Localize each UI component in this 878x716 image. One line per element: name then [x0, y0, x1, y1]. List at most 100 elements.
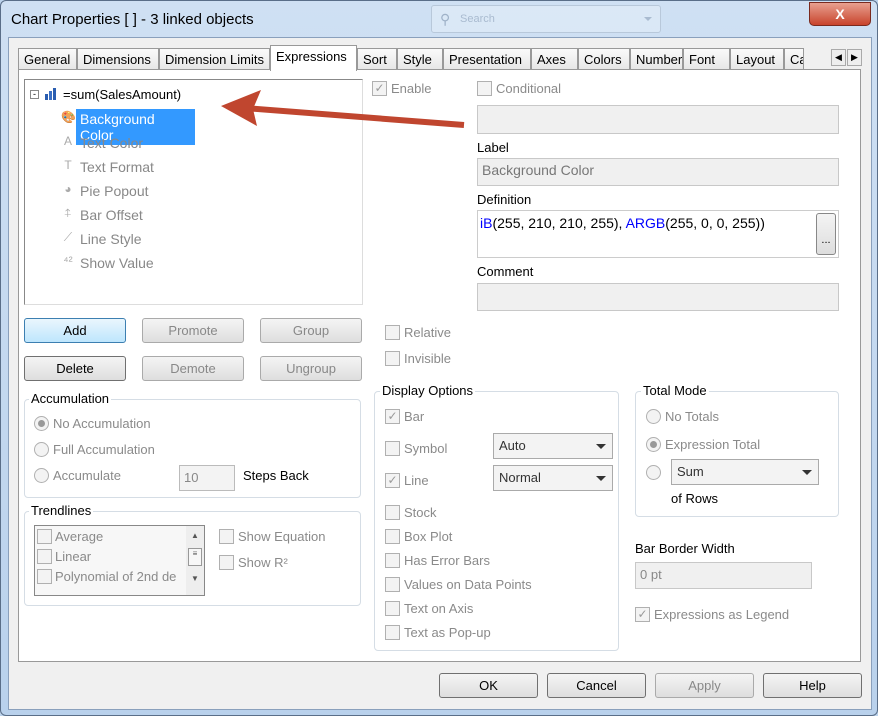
tab-style[interactable]: Style [397, 48, 443, 70]
display-option-checkbox[interactable] [385, 577, 400, 592]
symbol-checkbox[interactable] [385, 441, 400, 456]
search-box-background: ⚲ Search [431, 5, 661, 33]
tree-root-expression[interactable]: =sum(SalesAmount) [63, 87, 181, 102]
letter-t-icon: T [64, 158, 72, 172]
palette-icon: 🎨 [61, 110, 76, 124]
accumulate-radio[interactable] [34, 468, 49, 483]
trendline-checkbox[interactable] [37, 569, 52, 584]
invisible-checkbox[interactable] [385, 351, 400, 366]
trendline-checkbox[interactable] [37, 529, 52, 544]
tree-item[interactable]: Line Style [76, 229, 145, 249]
trendline-label: Linear [55, 549, 92, 564]
bar-border-width-input[interactable]: 0 pt [635, 562, 812, 589]
bar-label: Bar [404, 409, 425, 424]
display-option-checkbox[interactable] [385, 529, 400, 544]
tree-item[interactable]: Bar Offset [76, 205, 147, 225]
tab-sort[interactable]: Sort [357, 48, 397, 70]
tab-scroll-right-icon[interactable]: ▶ [847, 49, 862, 66]
total-function-select[interactable]: Sum [671, 459, 819, 485]
ok-button[interactable]: OK [439, 673, 538, 698]
search-icon: ⚲ [440, 11, 451, 27]
comment-title: Comment [477, 264, 534, 279]
collapse-icon[interactable]: - [30, 90, 39, 99]
bar-chart-icon [45, 88, 59, 100]
tab-font[interactable]: Font [683, 48, 730, 70]
no-totals-radio[interactable] [646, 409, 661, 424]
display-option-label: Has Error Bars [404, 553, 490, 568]
tab-presentation[interactable]: Presentation [443, 48, 531, 70]
definition-input[interactable]: iB(255, 210, 210, 255), ARGB(255, 0, 0, … [477, 210, 839, 258]
annotation-arrow-icon [221, 90, 465, 128]
conditional-input[interactable] [477, 105, 839, 134]
group-button[interactable]: Group [260, 318, 362, 343]
steps-back-label: Steps Back [243, 468, 309, 483]
trendlines-scrollbar[interactable]: ▲ ≡ ▼ [186, 526, 204, 595]
tab-scroll-left-icon[interactable]: ◀ [831, 49, 846, 66]
line-select[interactable]: Normal [493, 465, 613, 491]
definition-edit-button[interactable]: ... [816, 213, 836, 255]
show-equation-checkbox[interactable] [219, 529, 234, 544]
line-label: Line [404, 473, 429, 488]
tab-number[interactable]: Number [630, 48, 683, 70]
pie-icon: ◕ [64, 182, 72, 196]
comment-input[interactable] [477, 283, 839, 311]
expressions-panel: - =sum(SalesAmount) 🎨 Background Color A Te… [18, 69, 861, 662]
full-accumulation-radio[interactable] [34, 442, 49, 457]
tab-dimensions[interactable]: Dimensions [77, 48, 159, 70]
tab-expressions[interactable]: Expressions [270, 45, 357, 71]
promote-button[interactable]: Promote [142, 318, 244, 343]
full-accumulation-label: Full Accumulation [53, 442, 155, 457]
symbol-label: Symbol [404, 441, 448, 456]
delete-button[interactable]: Delete [24, 356, 126, 381]
tab-colors[interactable]: Colors [578, 48, 630, 70]
apply-button[interactable]: Apply [655, 673, 754, 698]
invisible-label: Invisible [404, 351, 451, 366]
display-option-checkbox[interactable] [385, 601, 400, 616]
tree-item[interactable]: Pie Popout [76, 181, 153, 201]
display-option-label: Values on Data Points [404, 577, 532, 592]
definition-text: iB(255, 210, 210, 255), ARGB(255, 0, 0, … [480, 215, 765, 231]
cancel-button[interactable]: Cancel [547, 673, 646, 698]
steps-back-input[interactable]: 10 [179, 465, 235, 491]
accumulate-label: Accumulate [53, 468, 121, 483]
expressions-as-legend-checkbox[interactable]: ✓ [635, 607, 650, 622]
accumulation-title: Accumulation [29, 391, 112, 406]
close-button[interactable]: X [809, 2, 871, 26]
no-accumulation-radio[interactable] [34, 416, 49, 431]
tab-ca[interactable]: Ca [784, 48, 804, 70]
tab-layout[interactable]: Layout [730, 48, 784, 70]
demote-button[interactable]: Demote [142, 356, 244, 381]
relative-checkbox[interactable] [385, 325, 400, 340]
no-totals-label: No Totals [665, 409, 719, 424]
trendlines-list[interactable]: Average Linear Polynomial of 2nd de ▲ ≡ ▼ [34, 525, 205, 596]
help-button[interactable]: Help [763, 673, 862, 698]
tree-item[interactable]: Text Format [76, 157, 158, 177]
sum-radio[interactable] [646, 465, 661, 480]
tab-axes[interactable]: Axes [531, 48, 578, 70]
line-style-icon: ⟋ [63, 230, 73, 244]
display-option-checkbox[interactable] [385, 625, 400, 640]
expression-total-radio[interactable] [646, 437, 661, 452]
tab-dimension-limits[interactable]: Dimension Limits [159, 48, 270, 70]
label-input[interactable]: Background Color [477, 158, 839, 186]
display-option-checkbox[interactable] [385, 505, 400, 520]
display-option-label: Text as Pop-up [404, 625, 491, 640]
show-r2-checkbox[interactable] [219, 555, 234, 570]
tab-general[interactable]: General [18, 48, 77, 70]
show-equation-label: Show Equation [238, 529, 326, 544]
bar-checkbox[interactable]: ✓ [385, 409, 400, 424]
conditional-checkbox[interactable] [477, 81, 492, 96]
bar-border-width-title: Bar Border Width [635, 541, 735, 556]
show-value-icon: ⁴² [63, 254, 73, 268]
display-option-checkbox[interactable] [385, 553, 400, 568]
display-options-title: Display Options [380, 383, 476, 398]
add-button[interactable]: Add [24, 318, 126, 343]
symbol-select[interactable]: Auto [493, 433, 613, 459]
tree-item[interactable]: Show Value [76, 253, 158, 273]
display-option-label: Stock [404, 505, 437, 520]
line-checkbox[interactable]: ✓ [385, 473, 400, 488]
ungroup-button[interactable]: Ungroup [260, 356, 362, 381]
trendline-checkbox[interactable] [37, 549, 52, 564]
trendlines-title: Trendlines [29, 503, 94, 518]
tree-item[interactable]: Text Color [76, 133, 147, 153]
